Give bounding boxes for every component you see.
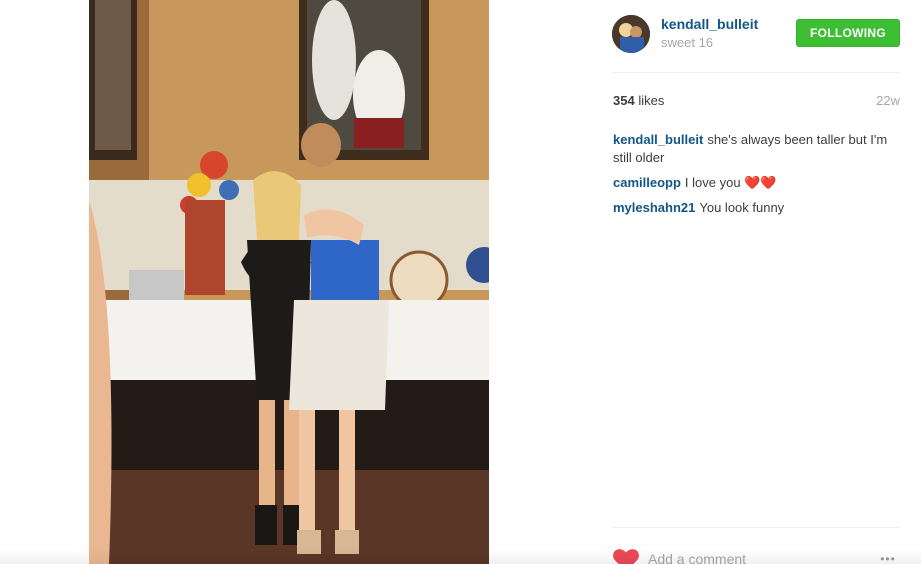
photo-image bbox=[89, 0, 489, 564]
profile-avatar[interactable] bbox=[612, 15, 650, 53]
comments-divider bbox=[612, 527, 900, 528]
likes-label: likes bbox=[634, 93, 665, 108]
comment-item: kendall_bulleit she's always been taller … bbox=[613, 131, 901, 167]
post-header: kendall_bulleit sweet 16 FOLLOWING bbox=[612, 14, 900, 54]
like-heart-icon[interactable] bbox=[612, 548, 640, 564]
profile-avatar-icon bbox=[612, 15, 650, 53]
heart-emoji-icon: ❤️❤️ bbox=[744, 175, 777, 190]
post-page: kendall_bulleit sweet 16 FOLLOWING 354 l… bbox=[0, 0, 921, 564]
comment-text: I love you bbox=[684, 175, 741, 190]
more-options-button[interactable]: ••• bbox=[876, 552, 900, 564]
photo-column bbox=[0, 0, 585, 564]
post-sidebar: kendall_bulleit sweet 16 FOLLOWING 354 l… bbox=[612, 0, 900, 564]
comment-item: myleshahn21 You look funny bbox=[613, 199, 901, 217]
post-stats: 354 likes 22w bbox=[612, 93, 900, 111]
comment-author-link[interactable]: myleshahn21 bbox=[613, 200, 695, 215]
comment-author-link[interactable]: camilleopp bbox=[613, 175, 681, 190]
add-comment-input[interactable] bbox=[648, 549, 848, 564]
comment-item: camilleopp I love you ❤️❤️ bbox=[613, 174, 901, 192]
likes-number: 354 bbox=[613, 93, 635, 108]
comment-author-link[interactable]: kendall_bulleit bbox=[613, 132, 703, 147]
header-divider bbox=[612, 72, 900, 73]
comment-list: kendall_bulleit she's always been taller … bbox=[613, 131, 901, 224]
comment-bar: ••• bbox=[612, 540, 900, 564]
post-timestamp[interactable]: 22w bbox=[876, 93, 900, 108]
owner-username-link[interactable]: kendall_bulleit bbox=[661, 16, 758, 32]
post-photo[interactable] bbox=[89, 0, 489, 564]
likes-count[interactable]: 354 likes bbox=[613, 93, 664, 108]
following-button[interactable]: FOLLOWING bbox=[796, 19, 900, 47]
comment-text: You look funny bbox=[699, 200, 785, 215]
post-location[interactable]: sweet 16 bbox=[661, 35, 713, 50]
